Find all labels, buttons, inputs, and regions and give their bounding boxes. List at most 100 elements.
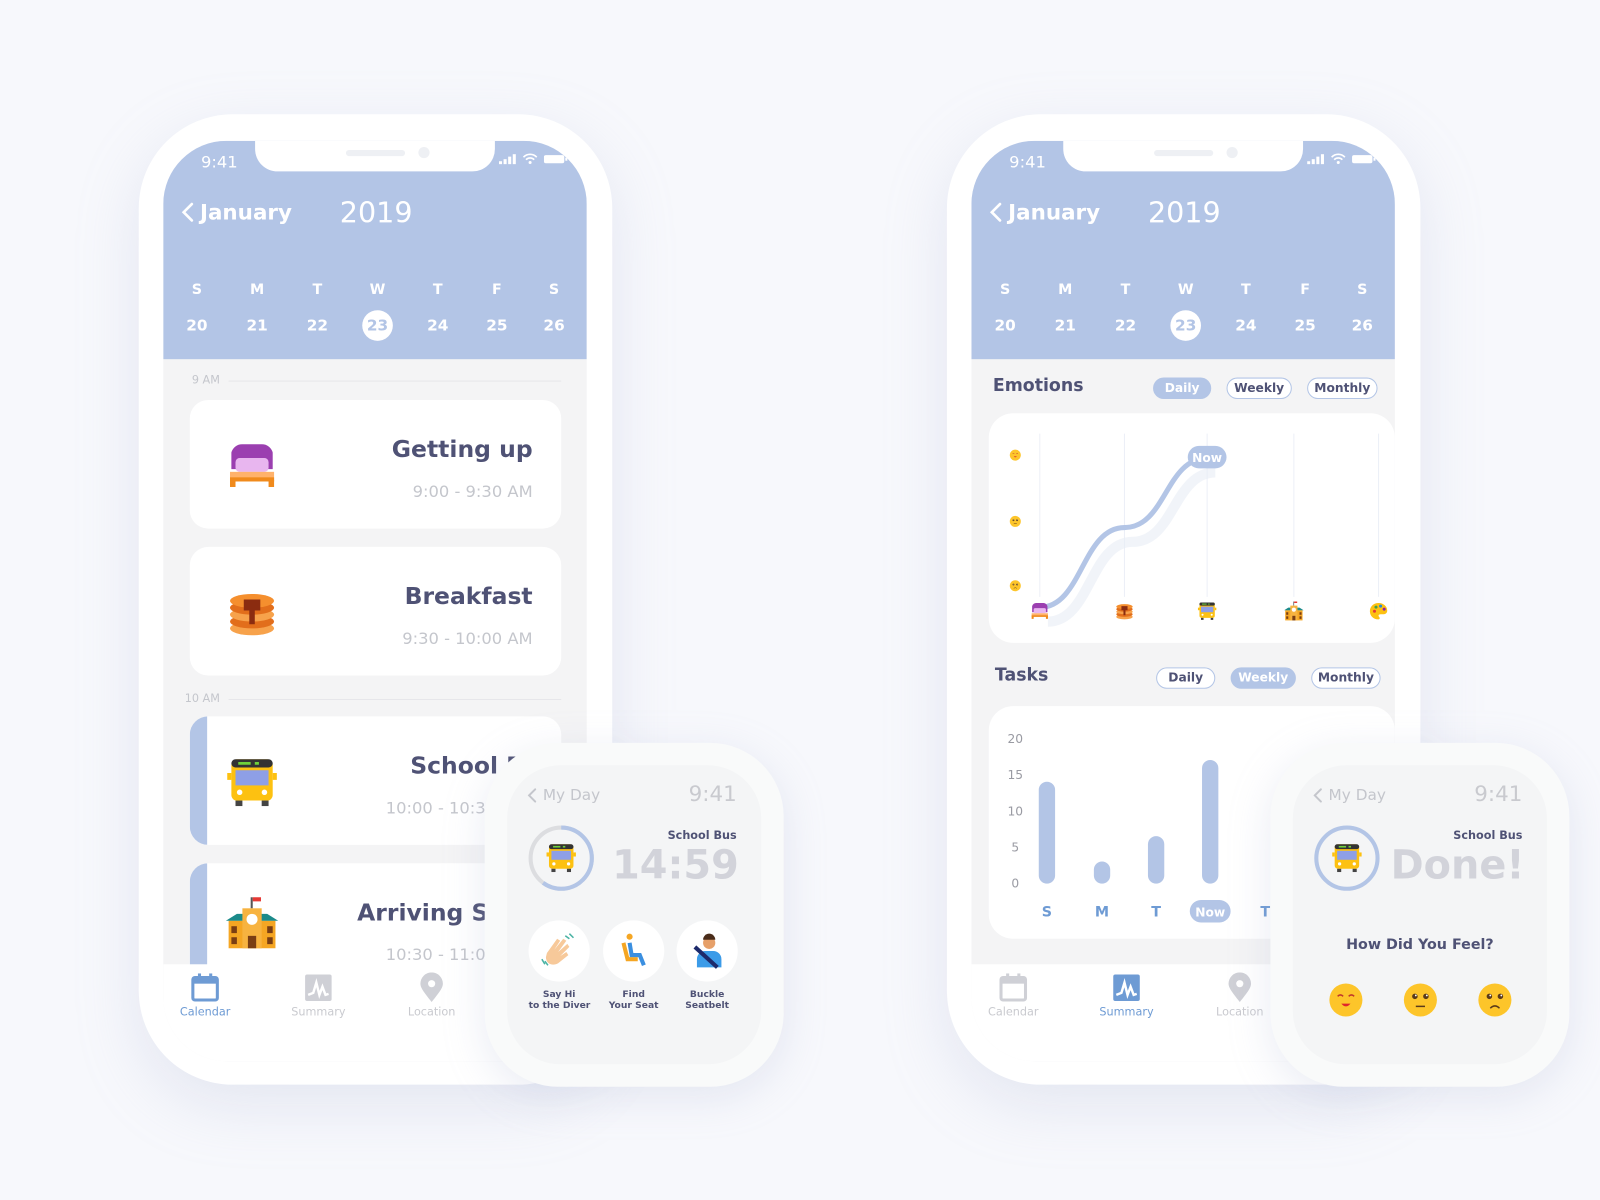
- pancakes-icon: [224, 586, 279, 641]
- event-card-breakfast[interactable]: Breakfast 9:30 - 10:00 AM: [189, 546, 562, 676]
- day-21[interactable]: 21: [1050, 310, 1081, 341]
- watch-done: My Day 9:41 School Bus Done! How Did You…: [1270, 742, 1570, 1087]
- emotions-filter-weekly[interactable]: Weekly: [1226, 377, 1292, 399]
- event-time: 9:30 - 10:00 AM: [402, 628, 533, 648]
- y-tick-label: 0: [1011, 877, 1019, 891]
- mood-happy-button[interactable]: [1328, 982, 1365, 1019]
- watch-screen: My Day 9:41 School Bus 14:59 Say Hi to t…: [507, 765, 762, 1065]
- mood-sad-button[interactable]: [1477, 982, 1514, 1019]
- pancakes-icon: [1116, 604, 1133, 620]
- tab-calendar[interactable]: Calendar: [164, 972, 246, 1018]
- chevron-left-icon: [528, 787, 537, 802]
- action-find-seat[interactable]: Find Your Seat: [603, 920, 665, 1012]
- tab-summary[interactable]: Summary: [278, 972, 360, 1018]
- tab-location[interactable]: Location: [391, 972, 473, 1018]
- countdown-timer: 14:59: [612, 842, 739, 889]
- year-label: 2019: [339, 195, 413, 230]
- day-22[interactable]: 22: [1110, 310, 1141, 341]
- mood-neutral-button[interactable]: [1402, 982, 1439, 1019]
- tab-label: Location: [1216, 1005, 1264, 1019]
- signal-icon: [498, 153, 516, 164]
- school-icon: [1284, 601, 1304, 621]
- emotions-filter-daily[interactable]: Daily: [1153, 377, 1212, 399]
- status-icons: [498, 153, 568, 165]
- day-23[interactable]: 23: [362, 310, 393, 341]
- month-back-button[interactable]: January: [990, 200, 1100, 224]
- weekday-label: T: [1241, 281, 1251, 298]
- y-tick-label: 20: [1008, 732, 1024, 746]
- waving-hand-icon: [541, 933, 575, 966]
- feeling-question: How Did You Feel?: [1346, 936, 1494, 954]
- emotion-line: [1037, 455, 1210, 610]
- weekday-label: F: [492, 281, 502, 298]
- day-24[interactable]: 24: [422, 310, 453, 341]
- tab-calendar[interactable]: Calendar: [972, 972, 1054, 1018]
- x-tick-label: T: [1260, 904, 1270, 920]
- tab-label: Location: [407, 1005, 456, 1019]
- month-back-button[interactable]: January: [182, 200, 292, 224]
- watch-back-button[interactable]: My Day: [1313, 786, 1386, 804]
- location-pin-icon: [420, 972, 443, 1003]
- weekday-label: F: [1300, 281, 1310, 298]
- event-card-getting-up[interactable]: Getting up 9:00 - 9:30 AM: [189, 399, 562, 529]
- status-icons: [1307, 153, 1376, 165]
- signal-icon: [1307, 153, 1324, 164]
- watch-countdown: My Day 9:41 School Bus 14:59 Say Hi to t…: [484, 742, 784, 1087]
- event-time: 9:00 - 9:30 AM: [412, 481, 533, 502]
- emotions-filter-monthly[interactable]: Monthly: [1307, 377, 1378, 399]
- bar-m: [1093, 861, 1111, 884]
- chevron-left-icon: [990, 202, 1002, 222]
- day-25[interactable]: 25: [1290, 310, 1321, 341]
- notch: [1063, 140, 1304, 172]
- task-name: School Bus: [1453, 828, 1523, 842]
- weekday-label: W: [369, 281, 386, 298]
- event-title: Getting up: [391, 436, 533, 464]
- divider: [228, 380, 562, 382]
- bar-t: [1147, 836, 1165, 884]
- x-tick-label: M: [1095, 904, 1109, 920]
- weekday-label: S: [191, 281, 203, 298]
- tab-label: Calendar: [179, 1005, 231, 1019]
- status-time: 9:41: [1009, 152, 1046, 172]
- y-tick-label: 5: [1011, 841, 1019, 855]
- tasks-filter-daily[interactable]: Daily: [1156, 667, 1216, 689]
- day-21[interactable]: 21: [242, 310, 273, 341]
- watch-back-button[interactable]: My Day: [528, 786, 600, 804]
- bar-s: [1038, 781, 1056, 884]
- active-indicator: [189, 716, 208, 845]
- day-20[interactable]: 20: [182, 310, 213, 341]
- tab-summary[interactable]: Summary: [1086, 972, 1168, 1018]
- bus-icon: [547, 844, 576, 872]
- weekday-label: T: [1120, 281, 1131, 298]
- calendar-icon: [191, 973, 219, 1002]
- task-name: School Bus: [667, 828, 737, 842]
- emotions-chart: Now: [1009, 433, 1388, 627]
- action-label: Find Your Seat: [608, 989, 659, 1012]
- tab-location[interactable]: Location: [1199, 972, 1281, 1018]
- back-label: My Day: [1328, 785, 1386, 805]
- tasks-filter-weekly[interactable]: Weekly: [1230, 667, 1296, 689]
- weekday-label: M: [1058, 281, 1073, 298]
- wifi-icon: [522, 153, 538, 165]
- watch-time: 9:41: [688, 781, 737, 807]
- day-20[interactable]: 20: [990, 310, 1021, 341]
- emotion-level-happy-icon: [1009, 449, 1022, 461]
- chevron-left-icon: [1313, 787, 1322, 802]
- wifi-icon: [1331, 153, 1346, 165]
- action-buckle-seatbelt[interactable]: Buckle Seatbelt: [676, 920, 738, 1012]
- weekday-label: S: [999, 281, 1011, 298]
- day-23[interactable]: 23: [1170, 310, 1202, 341]
- day-26[interactable]: 26: [539, 310, 570, 341]
- day-22[interactable]: 22: [302, 310, 333, 341]
- day-24[interactable]: 24: [1231, 310, 1262, 341]
- tab-label: Summary: [1099, 1005, 1154, 1019]
- weekday-label: T: [432, 281, 443, 298]
- location-pin-icon: [1228, 972, 1252, 1003]
- emotion-level-sad-icon: [1009, 579, 1022, 592]
- action-label: Buckle Seatbelt: [685, 989, 730, 1012]
- day-25[interactable]: 25: [482, 310, 513, 341]
- tasks-filter-monthly[interactable]: Monthly: [1311, 667, 1381, 689]
- action-say-hi[interactable]: Say Hi to the Diver: [528, 920, 590, 1012]
- day-26[interactable]: 26: [1347, 310, 1378, 341]
- now-label: Now: [1192, 451, 1222, 465]
